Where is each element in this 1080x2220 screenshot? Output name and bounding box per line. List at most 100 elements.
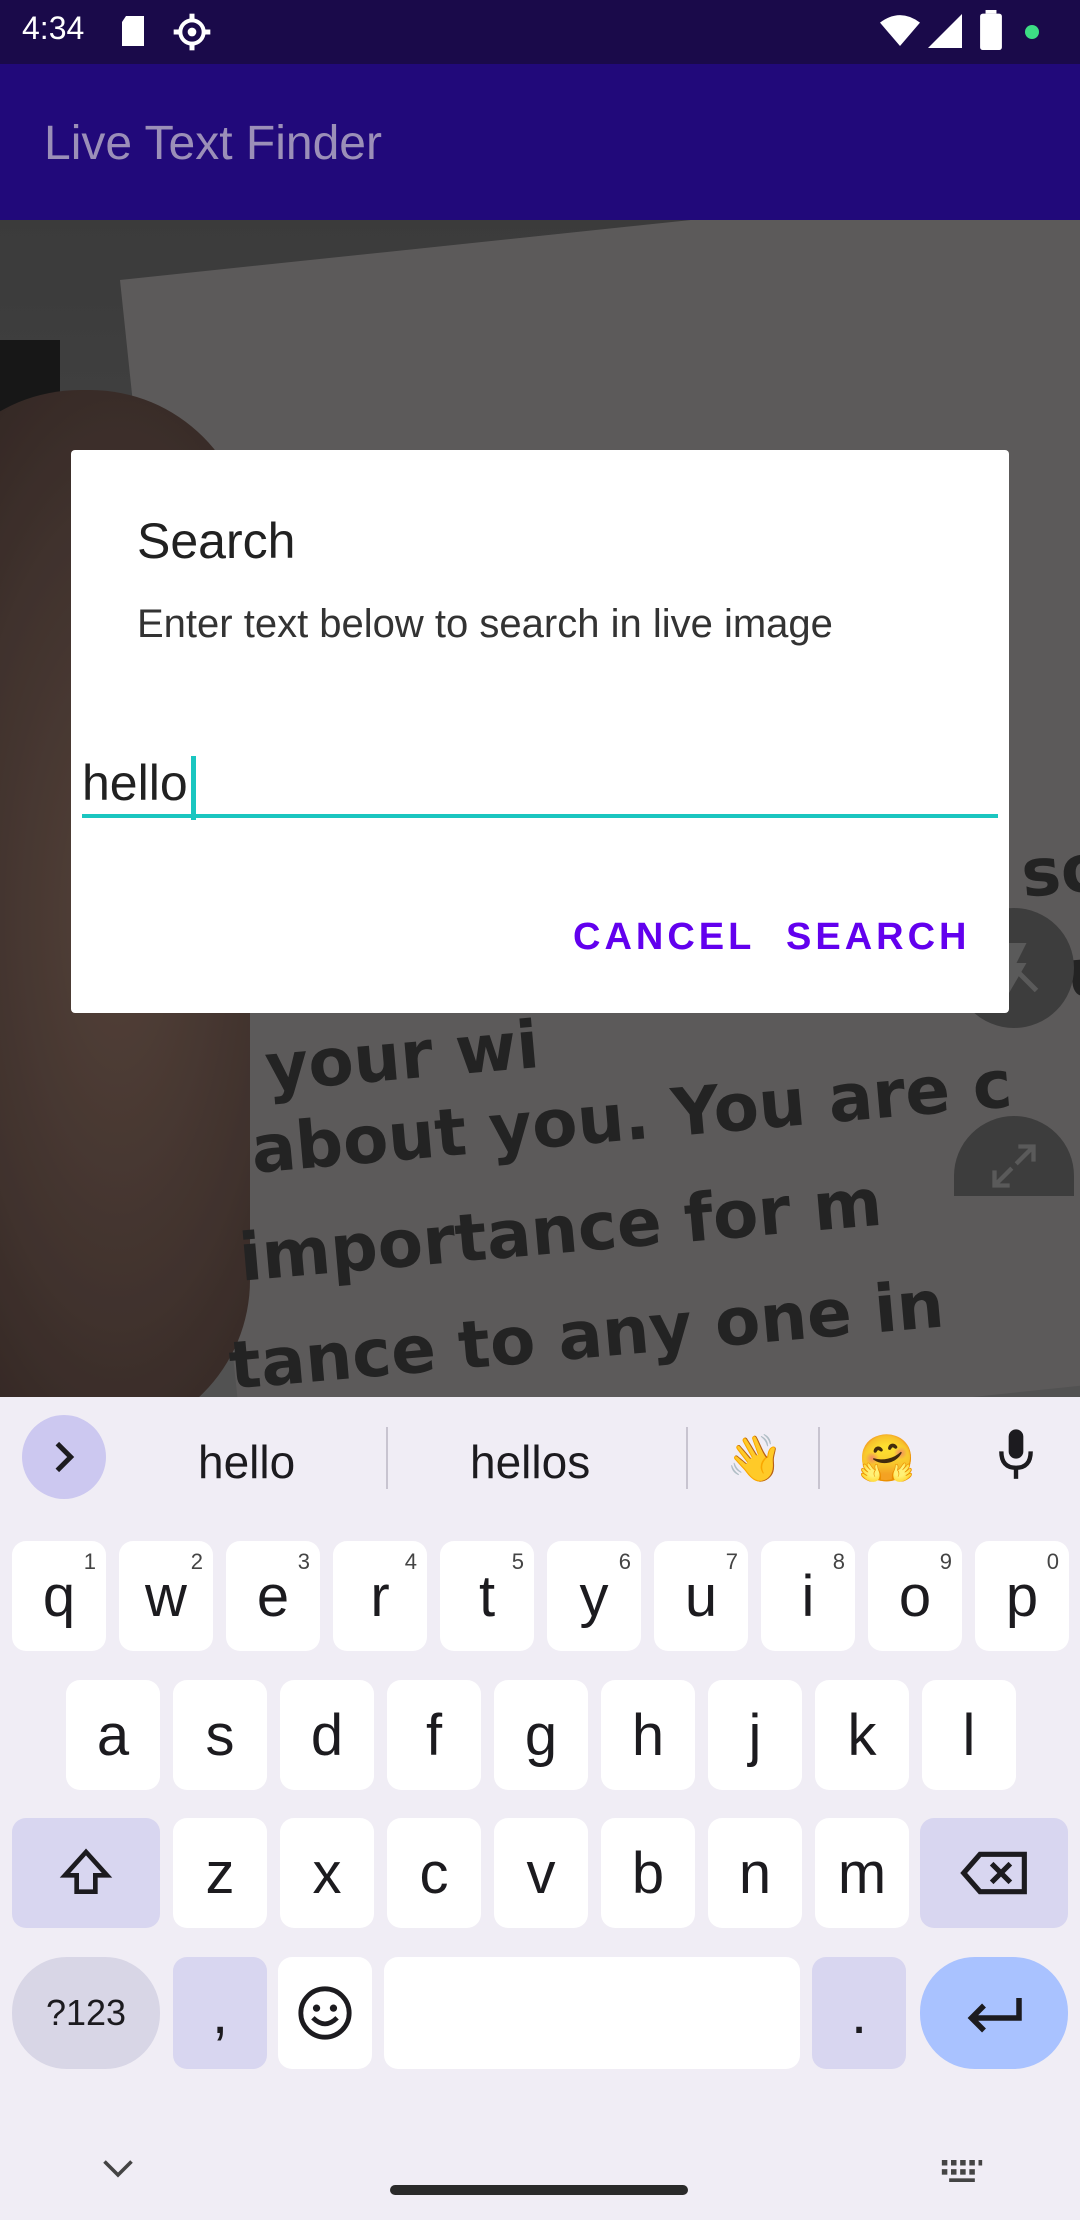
- symbols-key[interactable]: ?123: [12, 1957, 160, 2069]
- key-q[interactable]: q1: [12, 1541, 106, 1651]
- key-label: b: [631, 1840, 665, 1906]
- enter-key[interactable]: [920, 1957, 1068, 2069]
- key-hint: 6: [618, 1549, 631, 1574]
- app-title: Live Text Finder: [44, 117, 382, 170]
- key-label: d: [310, 1702, 344, 1768]
- dialog-title: Search: [137, 513, 296, 569]
- period-key[interactable]: .: [812, 1957, 906, 2069]
- search-button[interactable]: SEARCH: [786, 916, 970, 959]
- battery-icon: [980, 10, 1002, 50]
- key-s[interactable]: s: [173, 1680, 267, 1790]
- key-label: q: [42, 1563, 76, 1629]
- signal-icon: [928, 14, 962, 48]
- comma-key[interactable]: ,: [173, 1957, 267, 2069]
- key-o[interactable]: o9: [868, 1541, 962, 1651]
- shift-icon: [59, 1848, 113, 1894]
- key-label: c: [419, 1840, 449, 1906]
- key-label: u: [684, 1563, 718, 1629]
- key-e[interactable]: e3: [226, 1541, 320, 1651]
- key-label: z: [205, 1840, 235, 1906]
- backspace-key[interactable]: [920, 1818, 1068, 1928]
- key-label: l: [962, 1702, 976, 1768]
- key-label: t: [478, 1563, 496, 1629]
- suggestion-divider: [686, 1427, 688, 1489]
- key-w[interactable]: w2: [119, 1541, 213, 1651]
- key-label: j: [748, 1702, 762, 1768]
- key-f[interactable]: f: [387, 1680, 481, 1790]
- suggestion-item[interactable]: hellos: [470, 1435, 590, 1489]
- status-bar: 4:34: [0, 0, 1080, 64]
- key-label: o: [898, 1563, 932, 1629]
- key-i[interactable]: i8: [761, 1541, 855, 1651]
- key-hint: 2: [190, 1549, 203, 1574]
- chevron-right-icon: [55, 1441, 75, 1473]
- key-hint: 5: [511, 1549, 524, 1574]
- suggestion-divider: [818, 1427, 820, 1489]
- emoji-key[interactable]: [278, 1957, 372, 2069]
- search-input[interactable]: [82, 746, 998, 818]
- home-gesture-bar[interactable]: [390, 2185, 688, 2195]
- key-label: h: [631, 1702, 665, 1768]
- key-hint: 4: [404, 1549, 417, 1574]
- key-label: i: [801, 1563, 815, 1629]
- key-hint: 1: [83, 1549, 96, 1574]
- key-t[interactable]: t5: [440, 1541, 534, 1651]
- settings-icon: [173, 13, 211, 51]
- suggestions-expand-button[interactable]: [22, 1415, 106, 1499]
- key-label: f: [425, 1702, 443, 1768]
- key-label: r: [370, 1563, 390, 1629]
- suggestion-item[interactable]: hello: [198, 1435, 295, 1489]
- notification-dot-icon: [1025, 25, 1039, 39]
- search-input-value: hello: [82, 755, 188, 811]
- backspace-icon: [960, 1851, 1027, 1895]
- soft-keyboard: hello hellos 👋 🤗 ?123 , . q 1 w 2 e 3 r …: [0, 1397, 1080, 2220]
- microphone-icon[interactable]: [994, 1425, 1038, 1485]
- key-r[interactable]: r4: [333, 1541, 427, 1651]
- key-label: a: [96, 1702, 130, 1768]
- key-x[interactable]: x: [280, 1818, 374, 1928]
- key-l[interactable]: l: [922, 1680, 1016, 1790]
- key-label: v: [526, 1840, 556, 1906]
- key-j[interactable]: j: [708, 1680, 802, 1790]
- key-z[interactable]: z: [173, 1818, 267, 1928]
- key-d[interactable]: d: [280, 1680, 374, 1790]
- cancel-button[interactable]: CANCEL: [573, 916, 755, 959]
- key-label: g: [524, 1702, 558, 1768]
- sd-card-icon: [122, 16, 144, 46]
- key-p[interactable]: p0: [975, 1541, 1069, 1651]
- key-label: p: [1005, 1563, 1039, 1629]
- hide-keyboard-icon[interactable]: [100, 2157, 136, 2181]
- keyboard-switch-icon[interactable]: [940, 2157, 984, 2185]
- enter-arrow-icon: [967, 1998, 1022, 2033]
- key-hint: 9: [939, 1549, 952, 1574]
- key-y[interactable]: y6: [547, 1541, 641, 1651]
- dialog-message: Enter text below to search in live image: [137, 602, 833, 646]
- key-label: w: [145, 1563, 187, 1629]
- key-label: n: [738, 1840, 772, 1906]
- key-g[interactable]: g: [494, 1680, 588, 1790]
- key-label: x: [312, 1840, 342, 1906]
- key-c[interactable]: c: [387, 1818, 481, 1928]
- key-hint: 0: [1046, 1549, 1059, 1574]
- space-key[interactable]: [384, 1957, 800, 2069]
- wifi-icon: [880, 15, 920, 46]
- key-label: m: [837, 1840, 887, 1906]
- key-hint: 3: [297, 1549, 310, 1574]
- shift-key[interactable]: [12, 1818, 160, 1928]
- search-dialog: Search Enter text below to search in liv…: [71, 450, 1009, 1013]
- key-v[interactable]: v: [494, 1818, 588, 1928]
- key-b[interactable]: b: [601, 1818, 695, 1928]
- suggestion-emoji[interactable]: 🤗: [858, 1431, 915, 1486]
- key-label: k: [847, 1702, 877, 1768]
- key-u[interactable]: u7: [654, 1541, 748, 1651]
- key-a[interactable]: a: [66, 1680, 160, 1790]
- key-k[interactable]: k: [815, 1680, 909, 1790]
- emoji-icon: [298, 1986, 352, 2040]
- suggestion-emoji[interactable]: 👋: [726, 1431, 783, 1486]
- key-h[interactable]: h: [601, 1680, 695, 1790]
- text-cursor: [191, 756, 196, 820]
- key-m[interactable]: m: [815, 1818, 909, 1928]
- key-label: e: [256, 1563, 290, 1629]
- suggestion-divider: [386, 1427, 388, 1489]
- key-n[interactable]: n: [708, 1818, 802, 1928]
